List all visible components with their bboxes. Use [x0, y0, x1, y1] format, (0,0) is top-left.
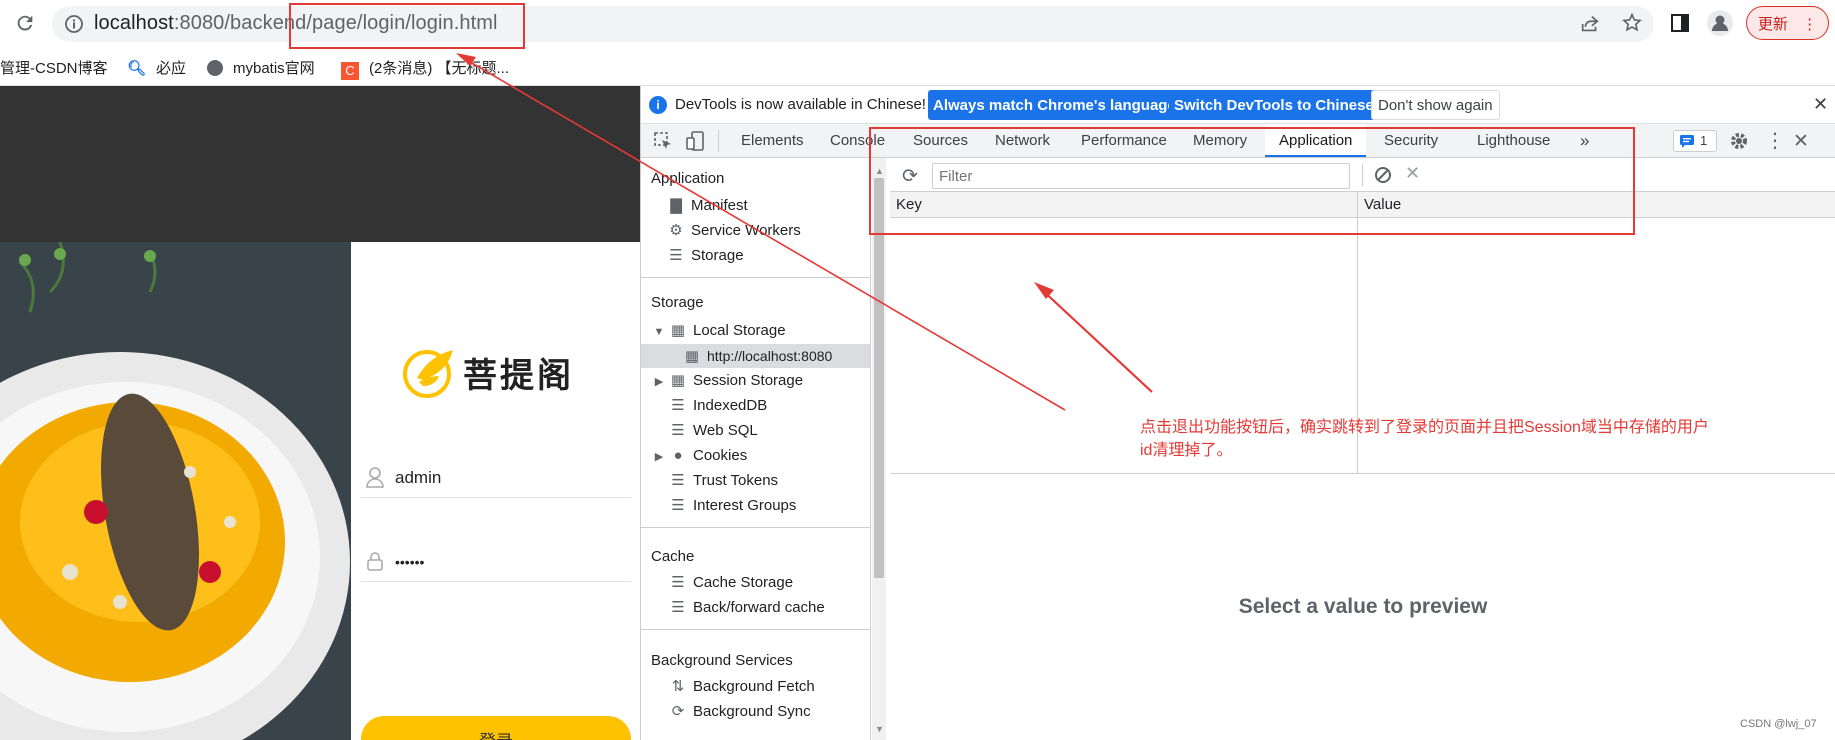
annotation-arrows — [456, 53, 1153, 411]
annotation-arrow-line-1 — [459, 55, 1066, 411]
annotation-arrow-line-2 — [1039, 287, 1153, 393]
watermark: CSDN @lwj_07 — [1740, 718, 1817, 730]
annotation-note: 点击退出功能按钮后，确实跳转到了登录的页面并且把Session域当中存储的用户i… — [1140, 419, 1709, 459]
annotation-arrowhead-2 — [1034, 282, 1054, 299]
